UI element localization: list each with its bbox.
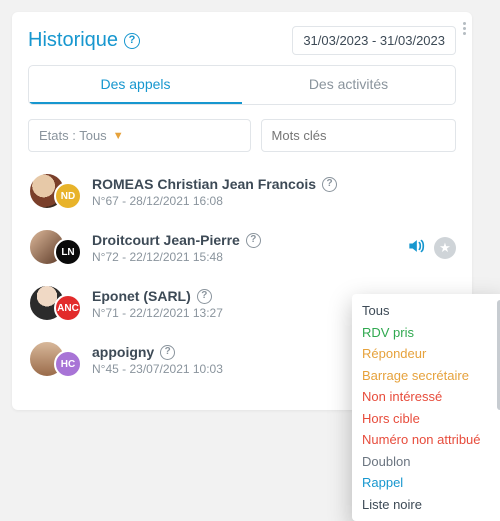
tab-activities[interactable]: Des activités (242, 66, 455, 104)
call-meta: N°67 - 28/12/2021 16:08 (92, 194, 456, 208)
help-icon[interactable]: ? (322, 177, 337, 192)
agent-badge: ND (54, 182, 82, 210)
contact-name: appoigny (92, 344, 154, 360)
tab-calls[interactable]: Des appels (29, 66, 242, 104)
tab-bar: Des appels Des activités (28, 65, 456, 105)
avatar-stack: HC (28, 340, 82, 380)
help-icon[interactable]: ? (246, 233, 261, 248)
list-item[interactable]: ND ROMEAS Christian Jean Francois ? N°67… (28, 166, 456, 222)
row-actions: ★ (406, 236, 456, 261)
avatar-stack: ND (28, 172, 82, 212)
status-option[interactable]: Répondeur (362, 343, 500, 365)
contact-name: Droitcourt Jean-Pierre (92, 232, 240, 248)
status-option[interactable]: Non intéressé (362, 386, 500, 408)
caret-down-icon: ▼ (113, 130, 124, 142)
status-option[interactable]: Numéro non attribué (362, 429, 500, 451)
call-info: ROMEAS Christian Jean Francois ? N°67 - … (92, 176, 456, 208)
status-option[interactable]: Doublon (362, 451, 500, 473)
star-icon[interactable]: ★ (434, 237, 456, 259)
status-option[interactable]: Tous (362, 300, 500, 322)
date-range-picker[interactable]: 31/03/2023 - 31/03/2023 (292, 26, 456, 55)
audio-icon[interactable] (406, 236, 426, 261)
state-filter-select[interactable]: Etats : Tous ▼ (28, 119, 251, 152)
agent-badge: LN (54, 238, 82, 266)
contact-name: ROMEAS Christian Jean Francois (92, 176, 316, 192)
status-option[interactable]: Liste noire (362, 494, 500, 516)
agent-badge: ANC (54, 294, 82, 322)
status-option[interactable]: Rappel (362, 472, 500, 494)
overflow-menu-icon[interactable] (463, 22, 466, 35)
contact-name: Eponet (SARL) (92, 288, 191, 304)
call-info: Droitcourt Jean-Pierre ? N°72 - 22/12/20… (92, 232, 396, 264)
list-item[interactable]: LN Droitcourt Jean-Pierre ? N°72 - 22/12… (28, 222, 456, 278)
status-option[interactable]: Barrage secrétaire (362, 365, 500, 387)
state-filter-label: Etats : Tous (39, 128, 107, 143)
page-title: Historique ? (28, 29, 140, 52)
status-option[interactable]: RDV pris (362, 322, 500, 344)
avatar-stack: LN (28, 228, 82, 268)
avatar-stack: ANC (28, 284, 82, 324)
title-text: Historique (28, 29, 118, 52)
keywords-input[interactable] (261, 119, 456, 152)
help-icon[interactable]: ? (160, 345, 175, 360)
filter-row: Etats : Tous ▼ (28, 119, 456, 152)
help-icon[interactable]: ? (197, 289, 212, 304)
agent-badge: HC (54, 350, 82, 378)
status-option[interactable]: Hors cible (362, 408, 500, 430)
status-dropdown: Tous RDV pris Répondeur Barrage secrétai… (352, 294, 500, 521)
help-icon[interactable]: ? (124, 33, 140, 49)
card-header: Historique ? 31/03/2023 - 31/03/2023 (28, 26, 456, 55)
call-meta: N°72 - 22/12/2021 15:48 (92, 250, 396, 264)
